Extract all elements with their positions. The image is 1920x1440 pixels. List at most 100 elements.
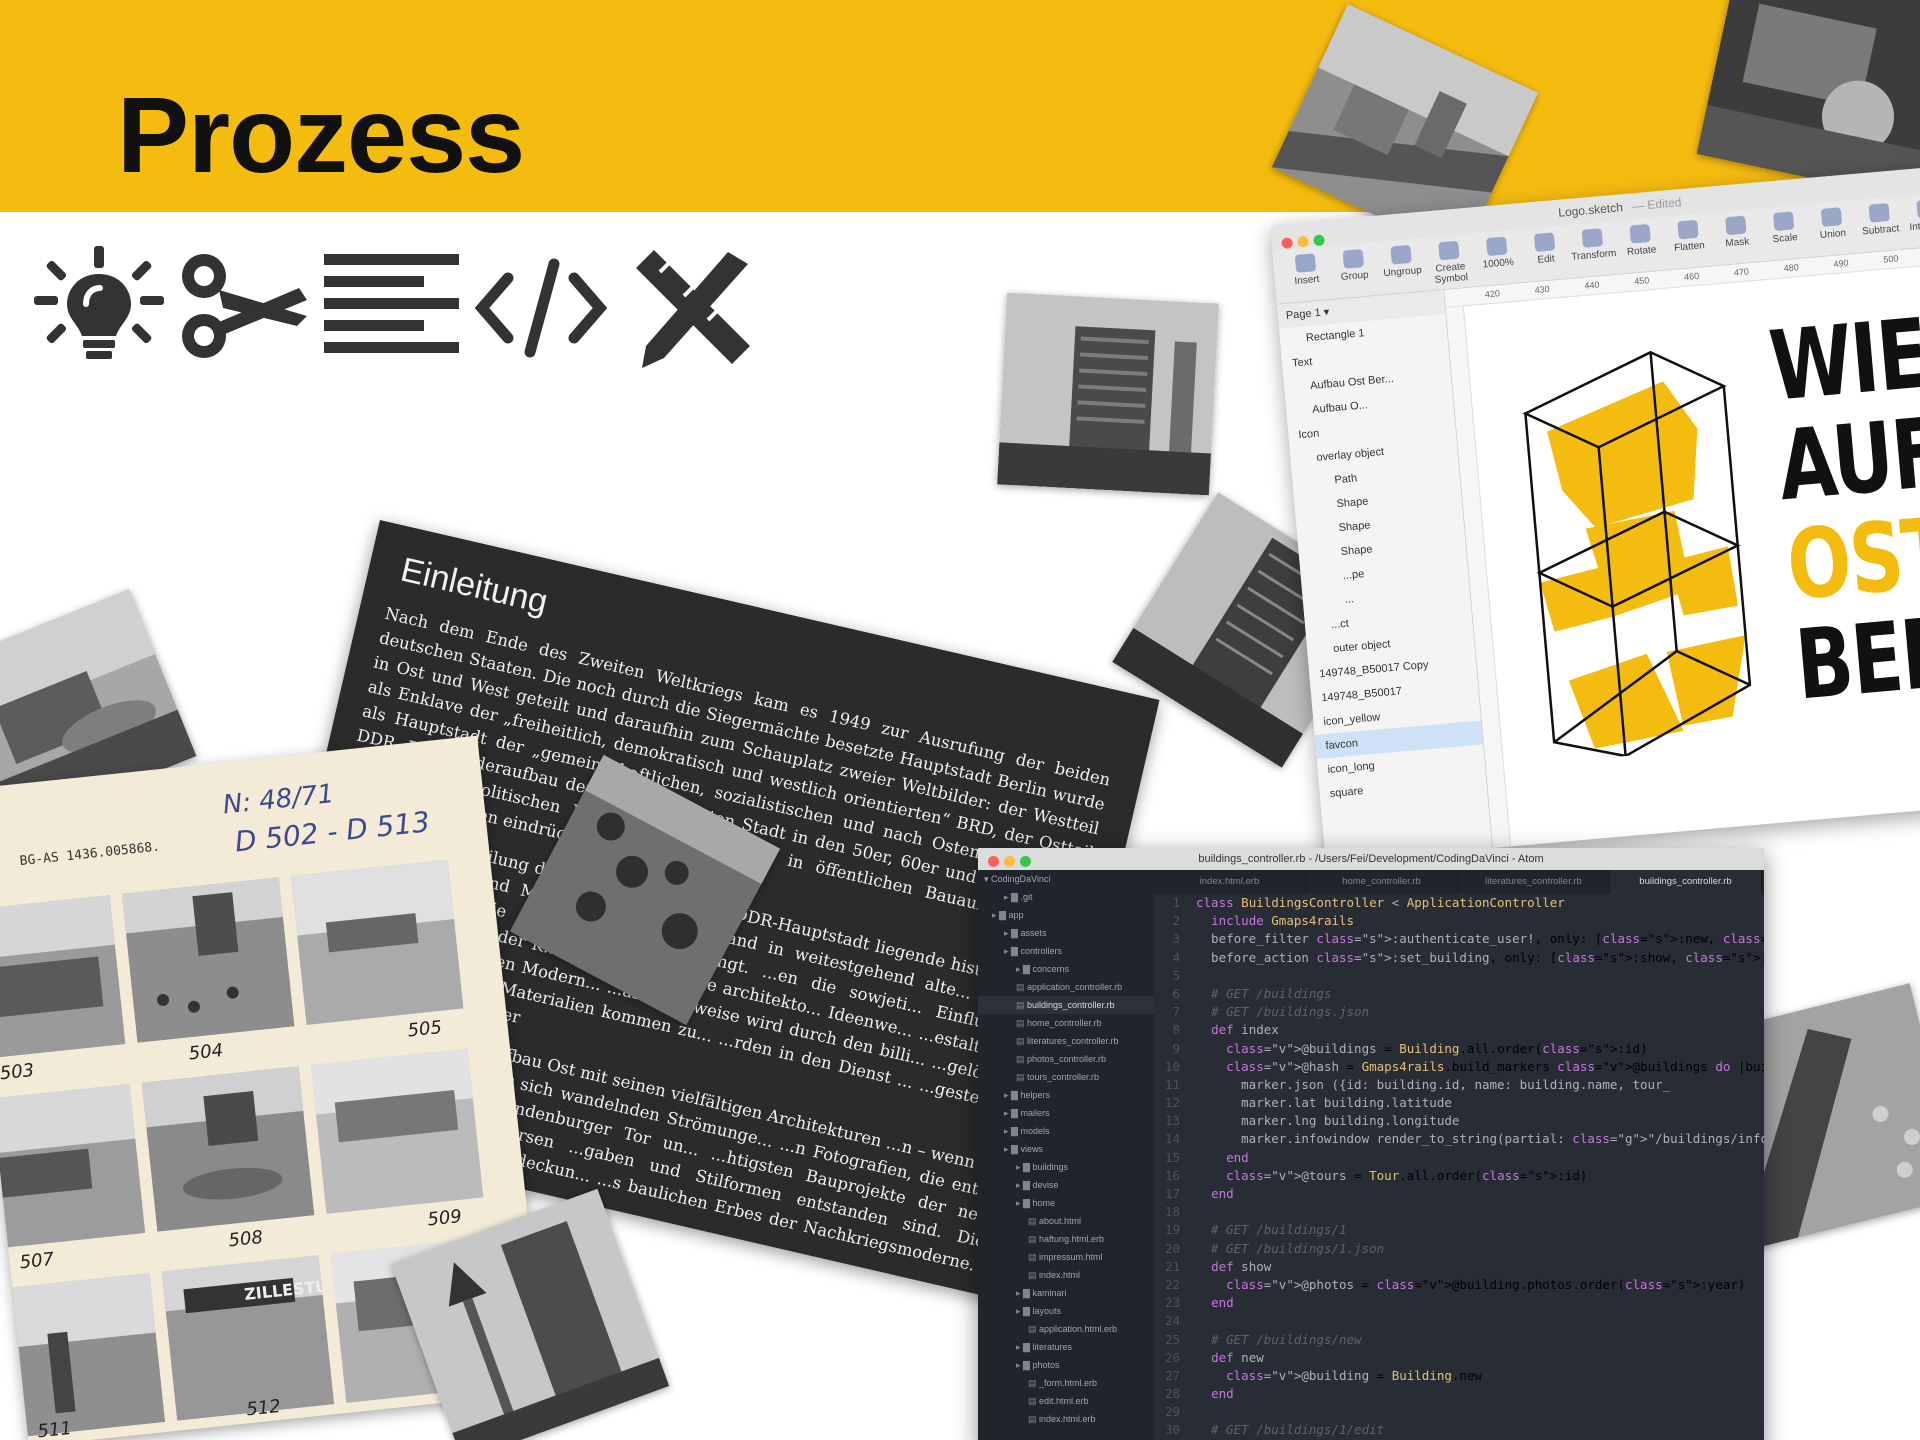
sketch-canvas[interactable]: 420430440450460470480490500510 (1444, 243, 1920, 848)
tree-item[interactable]: ▸ ▇ mailers (978, 1104, 1154, 1122)
code-text: # GET /buildings (1196, 985, 1332, 1001)
toolbar-button[interactable]: Intersect (1902, 198, 1920, 234)
tree-item[interactable]: ▤ about.html (978, 1212, 1154, 1230)
toolbar-button[interactable]: Group (1329, 248, 1380, 284)
toolbar-icon (1533, 232, 1556, 252)
layer-label: ... (1344, 593, 1355, 606)
tree-item[interactable]: ▸ ▇ controllers (978, 942, 1154, 960)
file-icon: ▤ (1028, 1414, 1040, 1424)
code-line: 9 class="v">@buildings = Building.all.or… (1154, 1040, 1764, 1058)
tree-item[interactable]: ▸ ▇ home (978, 1194, 1154, 1212)
line-number: 13 (1164, 1113, 1180, 1129)
toolbar-button[interactable]: Scale (1759, 210, 1810, 246)
tree-item[interactable]: ▸ ▇ concerns (978, 960, 1154, 978)
tree-item[interactable]: ▤ edit.html.erb (978, 1392, 1154, 1410)
folder-icon: ▸ ▇ (1016, 1360, 1033, 1370)
contact-photo (0, 1083, 146, 1250)
close-button[interactable] (1281, 237, 1294, 250)
code-line: 4 before_action class="s">:set_building,… (1154, 949, 1764, 967)
tree-item[interactable]: ▤ index.html (978, 1266, 1154, 1284)
zoom-button[interactable] (1313, 234, 1325, 247)
line-number: 18 (1164, 1204, 1180, 1220)
line-number: 29 (1164, 1404, 1180, 1420)
tree-item[interactable]: ▤ application_controller.rb (978, 978, 1154, 996)
atom-code-editor[interactable]: 1 class BuildingsController < Application… (1154, 894, 1764, 1440)
tree-item[interactable]: ▤ photos_controller.rb (978, 1050, 1154, 1068)
contact-photo (0, 894, 126, 1061)
tree-item[interactable]: ▸ ▇ models (978, 1122, 1154, 1140)
toolbar-button[interactable]: Ungroup (1376, 244, 1427, 280)
editor-tab[interactable]: home_controller.rb (1306, 870, 1458, 894)
tree-item[interactable]: ▤ _form.html.erb (978, 1374, 1154, 1392)
toolbar-label: Intersect (1909, 218, 1920, 234)
toolbar-button[interactable]: Mask (1711, 214, 1762, 250)
toolbar-icon (1438, 240, 1460, 261)
photo-number: 507 (18, 1248, 56, 1274)
tree-item[interactable]: ▸ ▇ devise (978, 1176, 1154, 1194)
tree-item[interactable]: ▤ literatures_controller.rb (978, 1032, 1154, 1050)
folder-icon: ▸ ▇ (1016, 1288, 1033, 1298)
code-text: before_action class="s">:set_building, o… (1196, 949, 1764, 965)
tree-item[interactable]: ▸ ▇ buildings (978, 1158, 1154, 1176)
tree-item[interactable]: ▤ buildings_controller.rb (978, 996, 1154, 1014)
tree-item[interactable]: ▤ home_controller.rb (978, 1014, 1154, 1032)
tree-item[interactable]: ▸ ▇ app (978, 906, 1154, 924)
tree-item-label: helpers (1020, 1090, 1050, 1100)
tree-item[interactable]: ▤ index.html.erb (978, 1410, 1154, 1428)
layer-label: Icon (1297, 427, 1320, 442)
toolbar-button[interactable]: Union (1807, 206, 1858, 242)
toolbar-button[interactable]: Create Symbol (1424, 239, 1476, 286)
code-line: 30 # GET /buildings/1/edit (1154, 1421, 1764, 1439)
tree-item[interactable]: ▤ haftung.html.erb (978, 1230, 1154, 1248)
tree-item[interactable]: ▸ ▇ assets (978, 924, 1154, 942)
toolbar-icon (1820, 207, 1843, 227)
tree-item-label: _form.html.erb (1039, 1378, 1098, 1388)
toolbar-label: Transform (1570, 247, 1617, 263)
layer-label: Path (1333, 472, 1358, 487)
code-text: def show (1211, 1258, 1272, 1274)
ruler-tick-label: 440 (1584, 279, 1600, 291)
tree-item[interactable]: ▸ ▇ helpers (978, 1086, 1154, 1104)
archive-stamp: BG-AS 1436.005868. (19, 839, 161, 870)
slide: Prozess Einleitung Nach dem Ende des Zwe… (0, 0, 1920, 1440)
tree-item-label: literatures (1032, 1342, 1072, 1352)
toolbar-button[interactable]: Insert (1281, 252, 1332, 288)
zoom-button[interactable] (1020, 856, 1031, 867)
toolbar-icon (1294, 253, 1317, 273)
folder-icon: ▸ ▇ (1004, 1108, 1021, 1118)
sketch-edited-label: — Edited (1631, 195, 1682, 214)
tree-item[interactable]: ▸ ▇ literatures (978, 1338, 1154, 1356)
editor-tab[interactable]: index.html.erb (1154, 870, 1306, 894)
tree-item[interactable]: ▸ ▇ kaminari (978, 1284, 1154, 1302)
code-line: 5 (1154, 967, 1764, 985)
toolbar-button[interactable]: Subtract (1855, 202, 1906, 238)
toolbar-button[interactable]: 1000% (1472, 235, 1523, 271)
tree-item-label: .git (1020, 892, 1033, 902)
toolbar-button[interactable]: Edit (1520, 231, 1571, 267)
project-root[interactable]: ▾ CodingDaVinci (978, 870, 1154, 888)
tree-item[interactable]: ▤ application.html.erb (978, 1320, 1154, 1338)
toolbar-button[interactable]: Rotate (1615, 223, 1666, 259)
tree-item[interactable]: ▸ ▇ layouts (978, 1302, 1154, 1320)
tree-item[interactable]: ▤ tours_controller.rb (978, 1068, 1154, 1086)
editor-tab[interactable]: buildings_controller.rb (1610, 870, 1762, 894)
close-button[interactable] (988, 856, 999, 867)
editor-tab[interactable]: literatures_controller.rb (1458, 870, 1610, 894)
tree-item[interactable]: ▸ ▇ photos (978, 1356, 1154, 1374)
line-number: 12 (1164, 1095, 1180, 1111)
minimize-button[interactable] (1004, 856, 1015, 867)
layer-label: Shape (1340, 543, 1373, 559)
tree-item[interactable]: ▸ ▇ .git (978, 888, 1154, 906)
line-number: 23 (1164, 1295, 1180, 1311)
tree-item-label: application_controller.rb (1027, 982, 1123, 992)
tree-item[interactable]: ▤ impressum.html (978, 1248, 1154, 1266)
minimize-button[interactable] (1297, 235, 1310, 248)
toolbar-button[interactable]: Transform (1568, 227, 1619, 263)
tree-item-label: kaminari (1032, 1288, 1067, 1298)
toolbar-label: Ungroup (1383, 264, 1423, 280)
toolbar-button[interactable]: Flatten (1663, 219, 1714, 255)
toolbar-icon (1581, 228, 1604, 248)
line-number: 22 (1164, 1276, 1180, 1292)
tree-item[interactable]: ▸ ▇ views (978, 1140, 1154, 1158)
code-text: end (1226, 1149, 1249, 1165)
